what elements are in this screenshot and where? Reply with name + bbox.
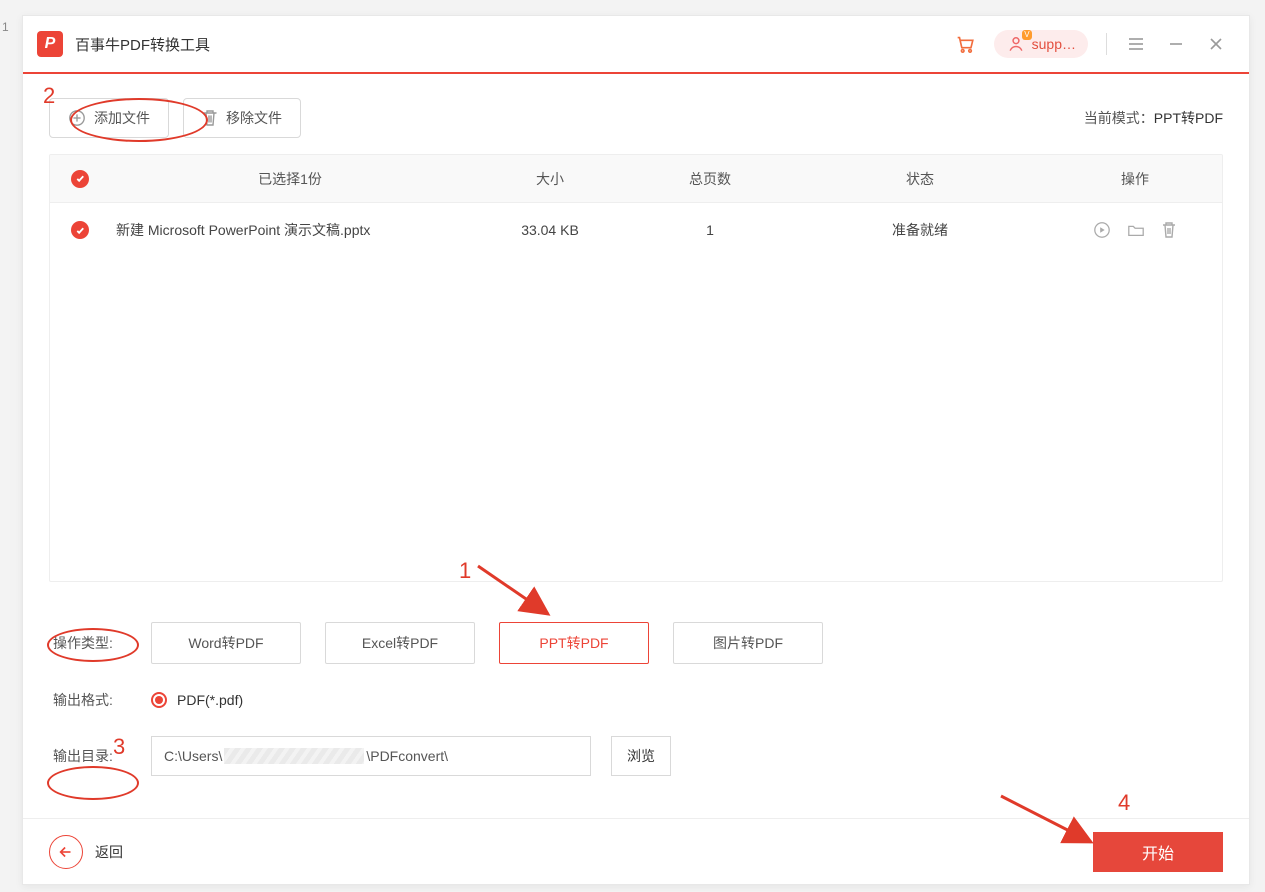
options-panel: 操作类型: Word转PDF Excel转PDF PPT转PDF 图片转PDF … — [23, 582, 1249, 776]
operation-type-row: 操作类型: Word转PDF Excel转PDF PPT转PDF 图片转PDF — [53, 622, 1219, 664]
folder-icon[interactable] — [1127, 221, 1145, 239]
col-selected: 已选择1份 — [110, 169, 470, 189]
arrow-left-icon — [57, 843, 75, 861]
format-radio[interactable] — [151, 692, 167, 708]
add-file-button[interactable]: 添加文件 — [49, 98, 169, 138]
play-icon[interactable] — [1093, 221, 1111, 239]
remove-file-label: 移除文件 — [226, 108, 282, 128]
app-title: 百事牛PDF转换工具 — [75, 34, 210, 55]
close-icon[interactable] — [1205, 33, 1227, 55]
plus-circle-icon — [68, 109, 86, 127]
format-value: PDF(*.pdf) — [177, 692, 243, 708]
row-filename: 新建 Microsoft PowerPoint 演示文稿.pptx — [110, 220, 470, 240]
output-format-label: 输出格式: — [53, 690, 131, 710]
output-dir-label: 输出目录: — [53, 746, 131, 766]
col-pages: 总页数 — [630, 169, 790, 189]
type-word-to-pdf[interactable]: Word转PDF — [151, 622, 301, 664]
titlebar: P 百事牛PDF转换工具 V supp… — [23, 16, 1249, 72]
footer: 返回 开始 — [23, 818, 1249, 884]
back-label: 返回 — [95, 842, 123, 862]
back-button[interactable] — [49, 835, 83, 869]
user-account-chip[interactable]: V supp… — [994, 30, 1088, 58]
app-logo: P — [37, 31, 63, 57]
output-dir-input[interactable]: C:\Users\\PDFconvert\ — [151, 736, 591, 776]
row-checkbox[interactable] — [50, 221, 110, 239]
type-ppt-to-pdf[interactable]: PPT转PDF — [499, 622, 649, 664]
row-actions — [1050, 221, 1220, 239]
minimize-icon[interactable] — [1165, 33, 1187, 55]
user-name-label: supp… — [1032, 36, 1076, 52]
redacted-path — [224, 748, 364, 764]
cart-icon[interactable] — [954, 33, 976, 55]
user-avatar-icon: V — [1006, 34, 1026, 54]
output-format-row: 输出格式: PDF(*.pdf) — [53, 690, 1219, 710]
table-header: 已选择1份 大小 总页数 状态 操作 — [50, 155, 1222, 203]
type-image-to-pdf[interactable]: 图片转PDF — [673, 622, 823, 664]
start-button[interactable]: 开始 — [1093, 832, 1223, 872]
col-status: 状态 — [790, 169, 1050, 189]
operation-type-label: 操作类型: — [53, 633, 131, 653]
titlebar-separator — [1106, 33, 1107, 55]
select-all-checkbox[interactable] — [50, 170, 110, 188]
row-size: 33.04 KB — [470, 222, 630, 238]
col-size: 大小 — [470, 169, 630, 189]
toolbar: 添加文件 移除文件 当前模式：PPT转PDF — [23, 74, 1249, 148]
file-table: 已选择1份 大小 总页数 状态 操作 新建 Microsoft PowerPoi… — [49, 154, 1223, 582]
menu-icon[interactable] — [1125, 33, 1147, 55]
type-excel-to-pdf[interactable]: Excel转PDF — [325, 622, 475, 664]
background-fragment: 1 — [2, 20, 9, 34]
row-status: 准备就绪 — [790, 220, 1050, 240]
trash-icon — [202, 109, 218, 127]
remove-file-button[interactable]: 移除文件 — [183, 98, 301, 138]
vip-badge-icon: V — [1022, 30, 1031, 40]
app-window: P 百事牛PDF转换工具 V supp… 添加文件 — [22, 15, 1250, 885]
table-row: 新建 Microsoft PowerPoint 演示文稿.pptx 33.04 … — [50, 203, 1222, 257]
current-mode: 当前模式：PPT转PDF — [1084, 108, 1223, 128]
delete-icon[interactable] — [1161, 221, 1177, 239]
col-ops: 操作 — [1050, 169, 1220, 189]
row-pages: 1 — [630, 222, 790, 238]
output-dir-row: 输出目录: C:\Users\\PDFconvert\ 浏览 — [53, 736, 1219, 776]
browse-button[interactable]: 浏览 — [611, 736, 671, 776]
add-file-label: 添加文件 — [94, 108, 150, 128]
